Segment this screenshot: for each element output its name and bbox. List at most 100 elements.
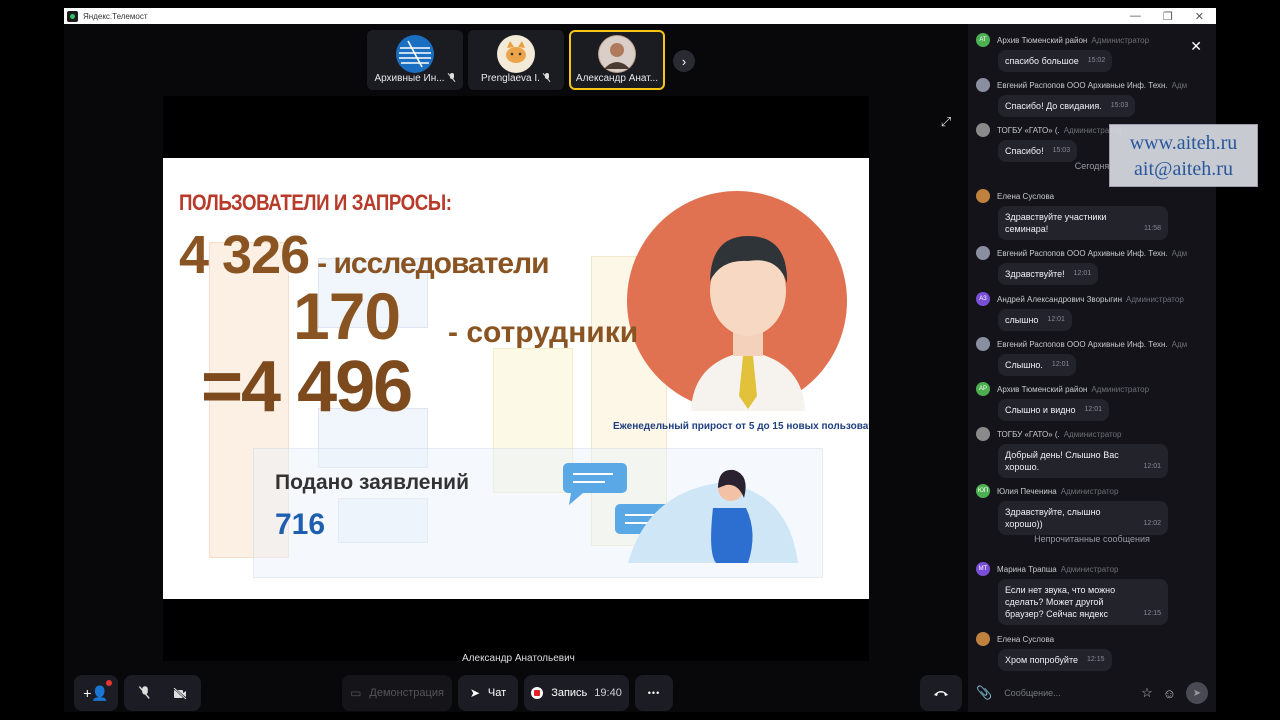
divider-unread: Непрочитанные сообщения (1034, 534, 1150, 544)
send-button[interactable]: ➤ (1186, 682, 1208, 704)
person-photo-icon (599, 36, 635, 72)
message-time: 12:01 (1073, 270, 1092, 277)
author-role: Администратор (1060, 564, 1119, 574)
message-bubble: Если нет звука, что можно сделать? Может… (998, 579, 1168, 625)
author-name: Евгений Распопов ООО Архивные Инф. Техн. (997, 248, 1168, 258)
participant-tile[interactable]: Prenglaeva I. (468, 30, 564, 90)
applications-label: Подано заявлений (275, 471, 469, 494)
message-bubble: Здравствуйте, слышно хорошо)) 12:02 (998, 501, 1168, 535)
author-avatar (976, 632, 990, 646)
screen-share-label: Демонстрация (369, 687, 444, 699)
screen-share-icon: ▭ (350, 686, 362, 700)
chat-message: Евгений Распопов ООО Архивные Инф. Техн.… (976, 337, 1212, 376)
author-role: Адм (1171, 248, 1188, 258)
author-avatar: МТ (976, 562, 990, 576)
participant-tile-active[interactable]: Александр Анат... (569, 30, 665, 90)
author-role: Адм (1171, 339, 1188, 349)
add-participant-button[interactable]: +👤 (74, 675, 118, 711)
chat-message: Елена Суслова Здравствуйте участники семи… (976, 189, 1212, 240)
message-text: Спасибо! (1005, 146, 1044, 156)
author-avatar (976, 123, 990, 137)
author-avatar (976, 246, 990, 260)
author-name: Елена Суслова (997, 634, 1055, 644)
speaker-name-caption: Александр Анатольевич (462, 653, 575, 664)
author-name: Юлия Печенина (997, 486, 1057, 496)
media-controls (124, 675, 201, 711)
watermark: www.aiteh.ru ait@aiteh.ru (1109, 124, 1258, 187)
archive-logo-icon (397, 36, 433, 72)
author-name: Евгений Распопов ООО Архивные Инф. Техн. (997, 339, 1168, 349)
staff-label: - сотрудники (448, 316, 639, 349)
close-window-button[interactable]: ✕ (1195, 10, 1204, 23)
author-name: Марина Трапша (997, 564, 1057, 574)
minimize-button[interactable]: — (1130, 10, 1141, 22)
message-text: Здравствуйте, слышно хорошо)) (1005, 507, 1101, 529)
author-role: Администратор (1060, 486, 1119, 496)
author-avatar (976, 189, 990, 203)
total-users: =4 496 (201, 347, 413, 427)
message-text: слышно (1005, 315, 1039, 325)
message-time: 12:15 (1143, 610, 1161, 617)
message-text: Спасибо! До свидания. (1005, 101, 1102, 111)
chat-message: Елена Суслова Хром попробуйте 12:15 (976, 632, 1212, 671)
chat-message: ТОГБУ «ГАТО» (. Администратор Добрый день!… (976, 427, 1212, 478)
chat-message: ЮП Юлия Печенина Администратор Здравствуйте… (976, 484, 1212, 535)
camera-off-icon[interactable] (173, 687, 187, 699)
researchers-count: 4 326- исследователи (179, 224, 550, 286)
message-time: 11:58 (1144, 225, 1161, 232)
record-icon (531, 687, 544, 699)
mic-off-icon (543, 73, 551, 82)
message-text: Добрый день! Слышно Вас хорошо. (1005, 450, 1119, 472)
author-avatar: АР (976, 382, 990, 396)
message-time: 15:02 (1087, 57, 1106, 64)
message-text: Хром попробуйте (1005, 655, 1078, 665)
presentation-slide: ПОЛЬЗОВАТЕЛИ И ЗАПРОСЫ: 4 326- исследова… (163, 158, 869, 599)
message-bubble: Здравствуйте участники семинара! 11:58 (998, 206, 1168, 240)
star-icon[interactable]: ☆ (1141, 685, 1153, 701)
mic-off-button[interactable] (138, 686, 150, 699)
chat-message: АТ Архив Тюменский район Администратор спас… (976, 33, 1212, 72)
message-bubble: спасибо большое 15:02 (998, 50, 1113, 72)
more-button[interactable]: ••• (635, 675, 673, 711)
message-bubble: Добрый день! Слышно Вас хорошо. 12:01 (998, 444, 1168, 478)
author-avatar: АЗ (976, 292, 990, 306)
author-name: Елена Суслова (997, 191, 1055, 201)
message-bubble: Слышно и видно 12:01 (998, 399, 1110, 421)
mic-off-icon (139, 686, 150, 699)
more-icon: ••• (647, 688, 661, 698)
participant-name: Архивные Ин... (374, 73, 445, 84)
author-avatar (976, 78, 990, 92)
message-bubble: слышно 12:01 (998, 309, 1072, 331)
participant-tile[interactable]: Архивные Ин... (367, 30, 463, 90)
maximize-button[interactable]: ❐ (1163, 10, 1173, 23)
message-time: 12:15 (1086, 656, 1105, 663)
avatar (497, 35, 535, 73)
message-input[interactable]: Сообщение... (1004, 688, 1141, 698)
expand-icon[interactable]: ⤢ (936, 112, 956, 132)
chat-message: Евгений Распопов ООО Архивные Инф. Техн.… (976, 78, 1212, 117)
participant-name: Александр Анат... (575, 73, 659, 84)
author-avatar: ЮП (976, 484, 990, 498)
record-button[interactable]: Запись 19:40 (524, 675, 629, 711)
message-bubble: Хром попробуйте 12:15 (998, 649, 1112, 671)
chat-message: МТ Марина Трапша Администратор Если нет зву… (976, 562, 1212, 625)
weekly-growth-text: Еженедельный прирост от 5 до 15 новых по… (613, 421, 869, 432)
screen-share-button[interactable]: ▭ Демонстрация (342, 675, 452, 711)
attach-icon[interactable]: 📎 (976, 685, 992, 701)
author-avatar (976, 427, 990, 441)
message-time: 12:01 (1084, 406, 1103, 413)
message-bubble: Здравствуйте! 12:01 (998, 263, 1099, 285)
author-name: Архив Тюменский район (997, 35, 1088, 45)
watermark-email: ait@aiteh.ru (1134, 157, 1233, 180)
end-call-button[interactable] (920, 675, 962, 711)
chat-button[interactable]: ➤ Чат (458, 675, 518, 711)
notification-dot (106, 680, 112, 686)
add-user-icon: +👤 (83, 684, 109, 701)
author-role: Администратор (1063, 429, 1122, 439)
app-icon (67, 10, 78, 22)
message-time: 15:03 (1052, 147, 1071, 154)
author-avatar: АТ (976, 33, 990, 47)
next-participants-button[interactable]: › (673, 50, 695, 72)
author-role: Администратор (1091, 35, 1150, 45)
emoji-icon[interactable]: ☺ (1163, 686, 1176, 701)
